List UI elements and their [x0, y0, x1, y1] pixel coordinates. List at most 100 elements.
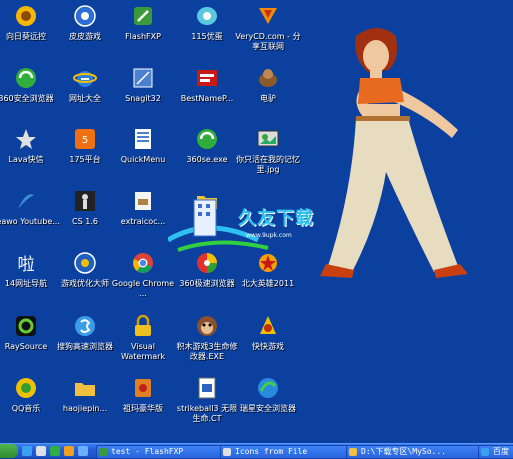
icon-label: 快快游戏 [252, 342, 284, 351]
desktop-icon-extraicon[interactable]: extraicoc... [113, 187, 173, 245]
flashfxp-icon [131, 4, 155, 28]
svg-text:5: 5 [82, 135, 88, 146]
rising-browser-icon [256, 376, 280, 400]
desktop-icon-pipi-game[interactable]: 皮皮游戏 [55, 2, 115, 60]
ie-icon [481, 448, 489, 456]
svg-text:啦: 啦 [18, 255, 35, 275]
desktop-icon-strikeball-ct[interactable]: strikeball3 无限生命.CT [177, 374, 237, 432]
bestname-icon [195, 66, 219, 90]
quicklaunch-ie-icon[interactable] [22, 446, 32, 456]
desktop-icon-verycd[interactable]: VeryCD.com - 分享互联网 [235, 2, 301, 60]
desktop-icon-zuma[interactable]: 祖玛豪华版 [113, 374, 173, 432]
emule-icon [256, 66, 280, 90]
desktop-icon-sogou[interactable]: 搜狗高速浏览器 [55, 312, 115, 370]
desktop-icon-360-browser[interactable]: 360安全浏览器 [0, 64, 56, 122]
cs-icon [73, 189, 97, 213]
icon-label: Google Chrome ... [111, 279, 175, 298]
icon-label: VeryCD.com - 分享互联网 [235, 32, 301, 51]
quickmenu-icon [131, 127, 155, 151]
desktop-icon-cs[interactable]: CS 1.6 [55, 187, 115, 245]
qqmusic-icon [14, 376, 38, 400]
desktop-icon-visual-watermark[interactable]: Visual Watermark [113, 312, 173, 370]
icon-label: 瑞星安全浏览器 [240, 404, 296, 413]
icon-label: Snagit32 [125, 94, 161, 103]
leawo-icon [14, 189, 38, 213]
desktop-icon-bestname[interactable]: BestNameP... [177, 64, 237, 122]
desktop-icon-jimu-trainer[interactable]: 积木游戏3生命修改器.EXE [176, 312, 238, 370]
icon-label: 360se.exe [186, 155, 228, 164]
icon-label: 祖玛豪华版 [123, 404, 163, 413]
desktop-icon-raysource[interactable]: RaySource [0, 312, 56, 370]
icon-label: 360极速浏览器 [179, 279, 235, 288]
desktop-icon-chrome[interactable]: Google Chrome ... [112, 249, 174, 307]
taskbar-item-label: D:\下载专区\MySo... [361, 447, 446, 456]
lock-icon [131, 314, 155, 338]
desktop-icon-rising-browser[interactable]: 瑞星安全浏览器 [238, 374, 298, 432]
quicklaunch-media-icon[interactable] [64, 446, 74, 456]
desktop-icon-qqmusic[interactable]: QQ音乐 [0, 374, 56, 432]
icon-label: strikeball3 无限生命.CT [176, 404, 238, 423]
desktop-icon-jpg[interactable]: 你只活在我的记忆里.jpg [236, 125, 300, 183]
desktop: 向日葵远控 皮皮游戏 FlashFXP 115优蛋 VeryCD.com - 分… [0, 0, 513, 443]
quicklaunch-desktop-icon[interactable] [36, 446, 46, 456]
chrome-icon [131, 251, 155, 275]
desktop-icon-360se[interactable]: 360se.exe [177, 125, 237, 183]
sogou-icon [73, 314, 97, 338]
desktop-icon-nav[interactable]: 啦 14网址导航 [0, 249, 56, 307]
icon-label: 北大英雄2011 [241, 279, 295, 288]
icon-label: Visual Watermark [120, 342, 166, 361]
nav-icon: 啦 [14, 251, 38, 275]
desktop-icon-360-extreme[interactable]: 360极速浏览器 [177, 249, 237, 307]
ct-file-icon [195, 376, 219, 400]
extraicon-icon [131, 189, 155, 213]
lava-icon [14, 127, 38, 151]
icon-label: extraicoc... [120, 217, 166, 226]
folder-icon [73, 376, 97, 400]
desktop-icon-haojiepin[interactable]: haojiepin... [55, 374, 115, 432]
watermark-text: 久友下载 [238, 208, 314, 229]
jpg-icon [256, 127, 280, 151]
ie-icon [73, 66, 97, 90]
game-optimizer-icon [73, 251, 97, 275]
icon-label: 你只活在我的记忆里.jpg [236, 155, 300, 174]
360-browser-icon [14, 66, 38, 90]
window-icon [223, 448, 231, 456]
verycd-icon [256, 4, 280, 28]
desktop-icon-hero[interactable]: 北大英雄2011 [238, 249, 298, 307]
taskbar-item-label: test - FlashFXP [111, 447, 184, 456]
desktop-icon-emule[interactable]: 电驴 [238, 64, 298, 122]
kuaikuai-icon [256, 314, 280, 338]
icon-label: 积木游戏3生命修改器.EXE [176, 342, 238, 361]
pipi-game-icon [73, 4, 97, 28]
watermark-url: www.9upk.com [246, 232, 292, 239]
monkey-icon [195, 314, 219, 338]
desktop-icon-leawo[interactable]: Leawo Youtube... [0, 187, 60, 245]
icon-label: BestNameP... [180, 94, 234, 103]
desktop-icon-game-optimizer[interactable]: 游戏优化大师 [55, 249, 115, 307]
zuma-icon [131, 376, 155, 400]
115-icon [195, 4, 219, 28]
snagit-icon [131, 66, 155, 90]
icon-label: 电驴 [260, 94, 276, 103]
desktop-icon-lava[interactable]: Lava快信 [0, 125, 56, 183]
raysource-icon [14, 314, 38, 338]
desktop-icon-sunflower[interactable]: 向日葵远控 [0, 2, 56, 60]
desktop-icon-115[interactable]: 115优蛋 [177, 2, 237, 60]
desktop-icon-snagit[interactable]: Snagit32 [113, 64, 173, 122]
quicklaunch-360-icon[interactable] [50, 446, 60, 456]
taskbar: test - FlashFXP Icons from File D:\下载专区\… [0, 443, 513, 459]
start-button[interactable] [0, 444, 18, 458]
desktop-icon-quickmenu[interactable]: QuickMenu [113, 125, 173, 183]
taskbar-item-label: 百度 [493, 447, 509, 456]
desktop-icon-kuaikuai[interactable]: 快快游戏 [238, 312, 298, 370]
flashfxp-icon [99, 448, 107, 456]
icon-label: QuickMenu [120, 155, 166, 164]
desktop-icon-flashfxp[interactable]: FlashFXP [113, 2, 173, 60]
desktop-icon-ie[interactable]: 网址大全 [55, 64, 115, 122]
icon-label: FlashFXP [125, 32, 161, 41]
quicklaunch-arrow-icon[interactable] [78, 446, 88, 456]
desktop-icon-175[interactable]: 5 175平台 [55, 125, 115, 183]
folder-icon [349, 448, 357, 456]
sunflower-icon [14, 4, 38, 28]
175-icon: 5 [73, 127, 97, 151]
